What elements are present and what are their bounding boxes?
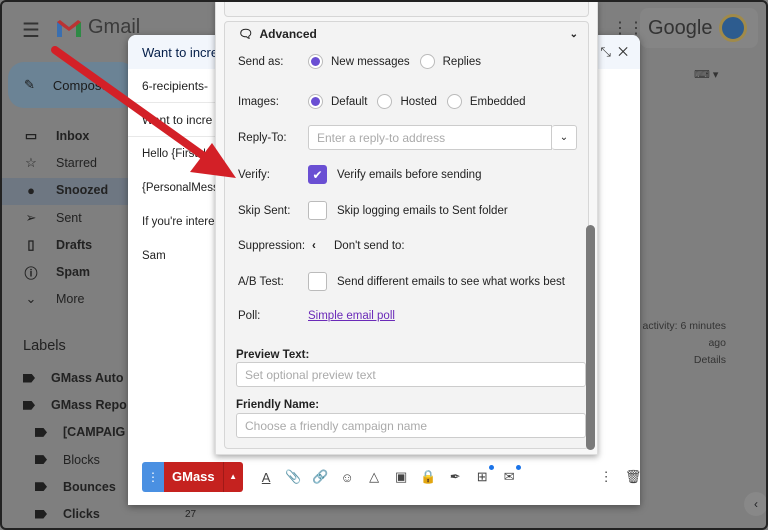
red-arrow-annotation: [0, 0, 768, 530]
